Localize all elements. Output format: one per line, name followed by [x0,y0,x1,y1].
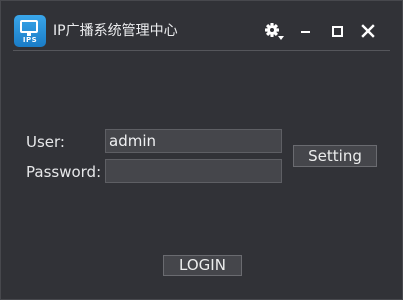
password-input[interactable] [105,159,282,183]
login-button[interactable]: LOGIN [163,255,242,276]
title-bar[interactable]: IPS IP广播系统管理中心 [1,1,402,51]
minimize-icon [301,31,310,33]
minimize-button[interactable] [293,19,317,43]
app-logo-text: IPS [22,36,38,44]
setting-button[interactable]: Setting [293,145,377,167]
close-button[interactable] [356,19,380,43]
title-divider [13,50,390,51]
settings-menu-button[interactable] [261,19,285,43]
monitor-icon [20,20,38,33]
user-input[interactable] [105,129,282,153]
window-title: IP广播系统管理中心 [53,23,178,39]
login-window: IPS IP广播系统管理中心 User: admin Password: Set… [0,0,403,300]
close-icon [361,24,375,38]
user-label: User: [26,133,65,151]
gear-icon [265,23,284,40]
app-logo-icon: IPS [14,15,46,47]
password-label: Password: [26,163,102,181]
chevron-down-icon [278,36,284,40]
maximize-icon [332,26,343,37]
maximize-button[interactable] [325,19,349,43]
